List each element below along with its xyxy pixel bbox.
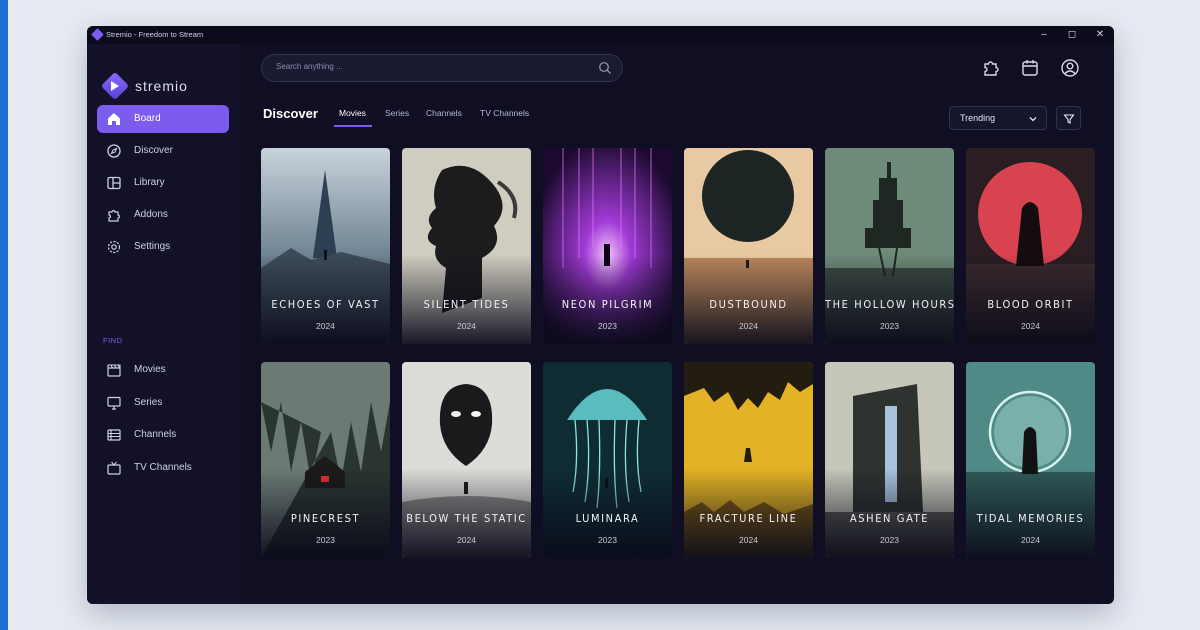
- minimize-button[interactable]: –: [1034, 28, 1054, 42]
- movie-title: LUMINARA: [575, 512, 640, 525]
- search-bar: [261, 54, 623, 82]
- user-icon[interactable]: [1060, 58, 1080, 78]
- sidebar-item-settings[interactable]: Settings: [97, 233, 229, 261]
- background-accent-stripe: [0, 0, 8, 630]
- movie-title: BLOOD ORBIT: [987, 298, 1074, 311]
- sidebar-item-board[interactable]: Board: [97, 105, 229, 133]
- sort-select[interactable]: Trending: [949, 106, 1047, 130]
- movie-card[interactable]: DUSTBOUND 2024: [684, 148, 813, 344]
- movie-year: 2023: [880, 321, 899, 331]
- movie-card[interactable]: THE HOLLOW HOURS 2023: [825, 148, 954, 344]
- movie-card[interactable]: NEON PILGRIM 2023: [543, 148, 672, 344]
- movie-year: 2023: [316, 535, 335, 545]
- tv-icon: [107, 461, 121, 475]
- tab-tv-channels[interactable]: TV Channels: [480, 108, 529, 118]
- tab-movies[interactable]: Movies: [339, 108, 366, 118]
- sidebar-item-series[interactable]: Series: [97, 389, 229, 417]
- sidebar-item-label: Addons: [134, 209, 168, 220]
- tab-channels[interactable]: Channels: [426, 108, 462, 118]
- sidebar-item-label: Library: [134, 177, 165, 188]
- maximize-button[interactable]: ◻: [1062, 28, 1082, 42]
- search-icon[interactable]: [598, 61, 612, 75]
- sidebar-item-label: Settings: [134, 241, 171, 252]
- movie-title: DUSTBOUND: [709, 298, 788, 311]
- movie-title: NEON PILGRIM: [561, 298, 654, 311]
- tab-series[interactable]: Series: [385, 108, 409, 118]
- sidebar-item-label: Series: [134, 397, 163, 408]
- window-title: Stremio - Freedom to Stream: [106, 30, 204, 39]
- movie-title: ECHOES OF VAST: [271, 298, 380, 311]
- movie-title: BELOW THE STATIC: [406, 512, 527, 525]
- sidebar-item-label: TV Channels: [134, 462, 192, 473]
- movie-card[interactable]: FRACTURE LINE 2024: [684, 362, 813, 558]
- movie-title: SILENT TIDES: [423, 298, 510, 311]
- sidebar-item-addons[interactable]: Addons: [97, 201, 229, 229]
- library-icon: [107, 176, 121, 190]
- stremio-logo[interactable]: stremio: [100, 71, 193, 101]
- page-title: Discover: [263, 106, 318, 121]
- clapper-icon: [107, 364, 121, 377]
- movie-year: 2023: [598, 535, 617, 545]
- movie-card[interactable]: TIDAL MEMORIES 2024: [966, 362, 1095, 558]
- movie-card[interactable]: LUMINARA 2023: [543, 362, 672, 558]
- movie-year: 2024: [457, 535, 476, 545]
- app-icon: [91, 28, 104, 41]
- sidebar-item-label: Board: [134, 113, 161, 124]
- movie-year: 2024: [739, 321, 758, 331]
- sidebar-item-library[interactable]: Library: [97, 169, 229, 197]
- sidebar: stremio Board Discover Library Addons Se…: [87, 44, 240, 604]
- channels-icon: [107, 429, 121, 441]
- movie-card[interactable]: ECHOES OF VAST 2024: [261, 148, 390, 344]
- sidebar-item-channels[interactable]: Channels: [97, 421, 229, 449]
- home-icon: [108, 113, 120, 125]
- movie-year: 2024: [1021, 321, 1040, 331]
- sidebar-item-discover[interactable]: Discover: [97, 137, 229, 165]
- sidebar-item-label: Movies: [134, 364, 166, 375]
- stremio-logo-icon: [100, 71, 130, 101]
- addons-puzzle-icon[interactable]: [981, 58, 1001, 78]
- search-input[interactable]: [276, 62, 576, 71]
- movie-title: THE HOLLOW HOURS: [825, 298, 954, 311]
- sidebar-item-label: Channels: [134, 429, 177, 440]
- brand-name: stremio: [135, 78, 188, 94]
- movie-title: ASHEN GATE: [849, 512, 930, 525]
- title-bar: Stremio - Freedom to Stream – ◻ ✕: [87, 26, 1114, 44]
- movie-year: 2024: [739, 535, 758, 545]
- app-window: Stremio - Freedom to Stream – ◻ ✕ stremi…: [87, 26, 1114, 604]
- movie-year: 2024: [1021, 535, 1040, 545]
- movie-card[interactable]: SILENT TIDES 2024: [402, 148, 531, 344]
- filter-button[interactable]: [1056, 106, 1081, 130]
- sidebar-item-tv-channels[interactable]: TV Channels: [97, 454, 229, 482]
- movie-year: 2024: [316, 321, 335, 331]
- sidebar-item-movies[interactable]: Movies: [97, 356, 229, 384]
- find-section-label: FIND: [103, 336, 123, 345]
- sort-select-value: Trending: [960, 113, 996, 123]
- movie-title: FRACTURE LINE: [699, 512, 798, 525]
- movie-year: 2024: [457, 321, 476, 331]
- movie-card[interactable]: BLOOD ORBIT 2024: [966, 148, 1095, 344]
- monitor-icon: [107, 396, 121, 410]
- sidebar-item-label: Discover: [134, 145, 173, 156]
- movie-year: 2023: [880, 535, 899, 545]
- movie-card[interactable]: ASHEN GATE 2023: [825, 362, 954, 558]
- movie-title: TIDAL MEMORIES: [976, 512, 1085, 525]
- puzzle-icon: [108, 209, 121, 222]
- active-tab-indicator: [334, 125, 372, 127]
- movie-card[interactable]: PINECREST 2023: [261, 362, 390, 558]
- gear-icon: [107, 240, 121, 254]
- movie-year: 2023: [598, 321, 617, 331]
- movie-title: PINECREST: [290, 512, 361, 525]
- compass-icon: [107, 144, 121, 158]
- chevron-down-icon: [1029, 117, 1037, 122]
- calendar-icon[interactable]: [1020, 58, 1040, 78]
- movie-card[interactable]: BELOW THE STATIC 2024: [402, 362, 531, 558]
- close-button[interactable]: ✕: [1090, 28, 1110, 42]
- filter-icon: [1063, 114, 1075, 124]
